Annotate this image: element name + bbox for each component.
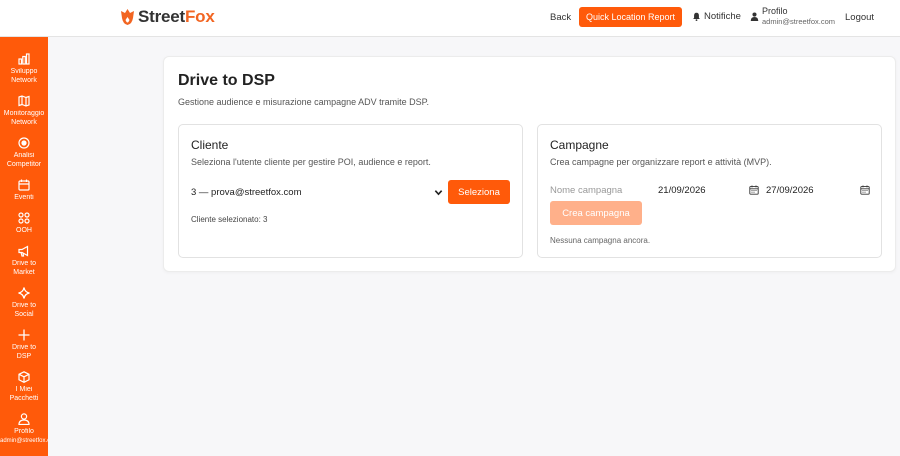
map-icon bbox=[18, 95, 30, 107]
page-title: Drive to DSP bbox=[178, 72, 275, 89]
chevron-down-icon bbox=[434, 189, 443, 195]
brand-logo[interactable]: StreetFox bbox=[120, 7, 215, 27]
sidebar-item-ooh[interactable]: OOH bbox=[0, 212, 48, 236]
sidebar-item-label: Sviluppo Network bbox=[10, 68, 38, 84]
start-date-input[interactable]: 21/09/2026 bbox=[658, 182, 759, 198]
calendar-icon bbox=[18, 179, 30, 191]
chart-bar-icon bbox=[18, 53, 30, 65]
empty-campaigns-message: Nessuna campagna ancora. bbox=[550, 236, 651, 245]
sidebar-item-profilo[interactable]: Profiloadmin@streetfox.com bbox=[0, 413, 48, 445]
sidebar-item-label: Profiloadmin@streetfox.com bbox=[0, 428, 48, 444]
logout-link[interactable]: Logout bbox=[845, 12, 874, 23]
sidebar-item-label: Drive to Social bbox=[11, 302, 37, 318]
sidebar-item-sviluppo-network[interactable]: Sviluppo Network bbox=[0, 53, 48, 85]
campagne-description: Crea campagne per organizzare report e a… bbox=[550, 157, 772, 167]
user-icon bbox=[750, 12, 759, 21]
end-date-value: 27/09/2026 bbox=[766, 184, 814, 196]
brand-name-street: Street bbox=[138, 7, 185, 26]
notifications-link[interactable]: Notifiche bbox=[692, 11, 741, 22]
sidebar: Sviluppo Network Monitoraggio Network Anal… bbox=[0, 37, 48, 456]
top-navbar: StreetFox Back Quick Location Report Not… bbox=[0, 0, 900, 37]
sidebar-item-label: Eventi bbox=[14, 194, 34, 201]
brand-name-fox: Fox bbox=[185, 7, 215, 26]
crea-campagna-button[interactable]: Crea campagna bbox=[550, 201, 642, 225]
sidebar-item-eventi[interactable]: Eventi bbox=[0, 179, 48, 203]
cliente-description: Seleziona l'utente cliente per gestire P… bbox=[191, 157, 431, 167]
sidebar-item-label: Analisi Competitor bbox=[6, 152, 42, 168]
sidebar-item-label: I Miei Pacchetti bbox=[9, 386, 39, 402]
notifications-label: Notifiche bbox=[704, 11, 741, 22]
campagne-title: Campagne bbox=[550, 138, 609, 152]
cliente-title: Cliente bbox=[191, 138, 229, 152]
profile-link[interactable]: Profilo admin@streetfox.com bbox=[750, 6, 835, 27]
sidebar-item-drive-to-dsp[interactable]: Drive to DSP bbox=[0, 329, 48, 361]
sidebar-item-label: Drive to Market bbox=[11, 260, 37, 276]
selected-client-info: Cliente selezionato: 3 bbox=[191, 215, 268, 224]
profile-email: admin@streetfox.com bbox=[762, 17, 836, 26]
plus-icon bbox=[18, 329, 30, 341]
package-icon bbox=[18, 371, 30, 383]
sidebar-item-drive-to-market[interactable]: Drive to Market bbox=[0, 245, 48, 277]
seleziona-button[interactable]: Seleziona bbox=[448, 180, 510, 204]
cliente-select-value: 3 — prova@streetfox.com bbox=[191, 186, 302, 198]
sidebar-item-label: Drive to DSP bbox=[11, 344, 37, 360]
grid-icon bbox=[18, 212, 30, 224]
end-date-input[interactable]: 27/09/2026 bbox=[766, 182, 870, 198]
sidebar-item-i-miei-pacchetti[interactable]: I Miei Pacchetti bbox=[0, 371, 48, 403]
sidebar-item-analisi-competitor[interactable]: Analisi Competitor bbox=[0, 137, 48, 169]
start-date-value: 21/09/2026 bbox=[658, 184, 706, 196]
sidebar-item-label: OOH bbox=[16, 227, 32, 234]
cliente-card: Cliente Seleziona l'utente cliente per g… bbox=[178, 124, 523, 258]
sidebar-item-label: Monitoraggio Network bbox=[3, 110, 45, 126]
megaphone-icon bbox=[18, 245, 29, 257]
cliente-select[interactable]: 3 — prova@streetfox.com bbox=[191, 181, 443, 203]
profile-name: Profilo bbox=[762, 6, 788, 16]
target-icon bbox=[18, 137, 30, 149]
campaign-name-input[interactable]: Nome campagna bbox=[550, 182, 648, 198]
campagne-card: Campagne Crea campagne per organizzare r… bbox=[537, 124, 882, 258]
calendar-icon[interactable] bbox=[860, 185, 870, 195]
bell-icon bbox=[693, 12, 700, 21]
page-subtitle: Gestione audience e misurazione campagne… bbox=[178, 97, 429, 107]
brand-name: StreetFox bbox=[138, 7, 215, 27]
fox-logo-icon bbox=[121, 9, 134, 25]
sidebar-item-monitoraggio-network[interactable]: Monitoraggio Network bbox=[0, 95, 48, 127]
sidebar-item-drive-to-social[interactable]: Drive to Social bbox=[0, 287, 48, 319]
sparkle-icon bbox=[18, 287, 30, 299]
calendar-icon[interactable] bbox=[749, 185, 759, 195]
user-icon bbox=[18, 413, 30, 425]
quick-location-report-button[interactable]: Quick Location Report bbox=[579, 7, 682, 27]
back-link[interactable]: Back bbox=[550, 12, 571, 23]
